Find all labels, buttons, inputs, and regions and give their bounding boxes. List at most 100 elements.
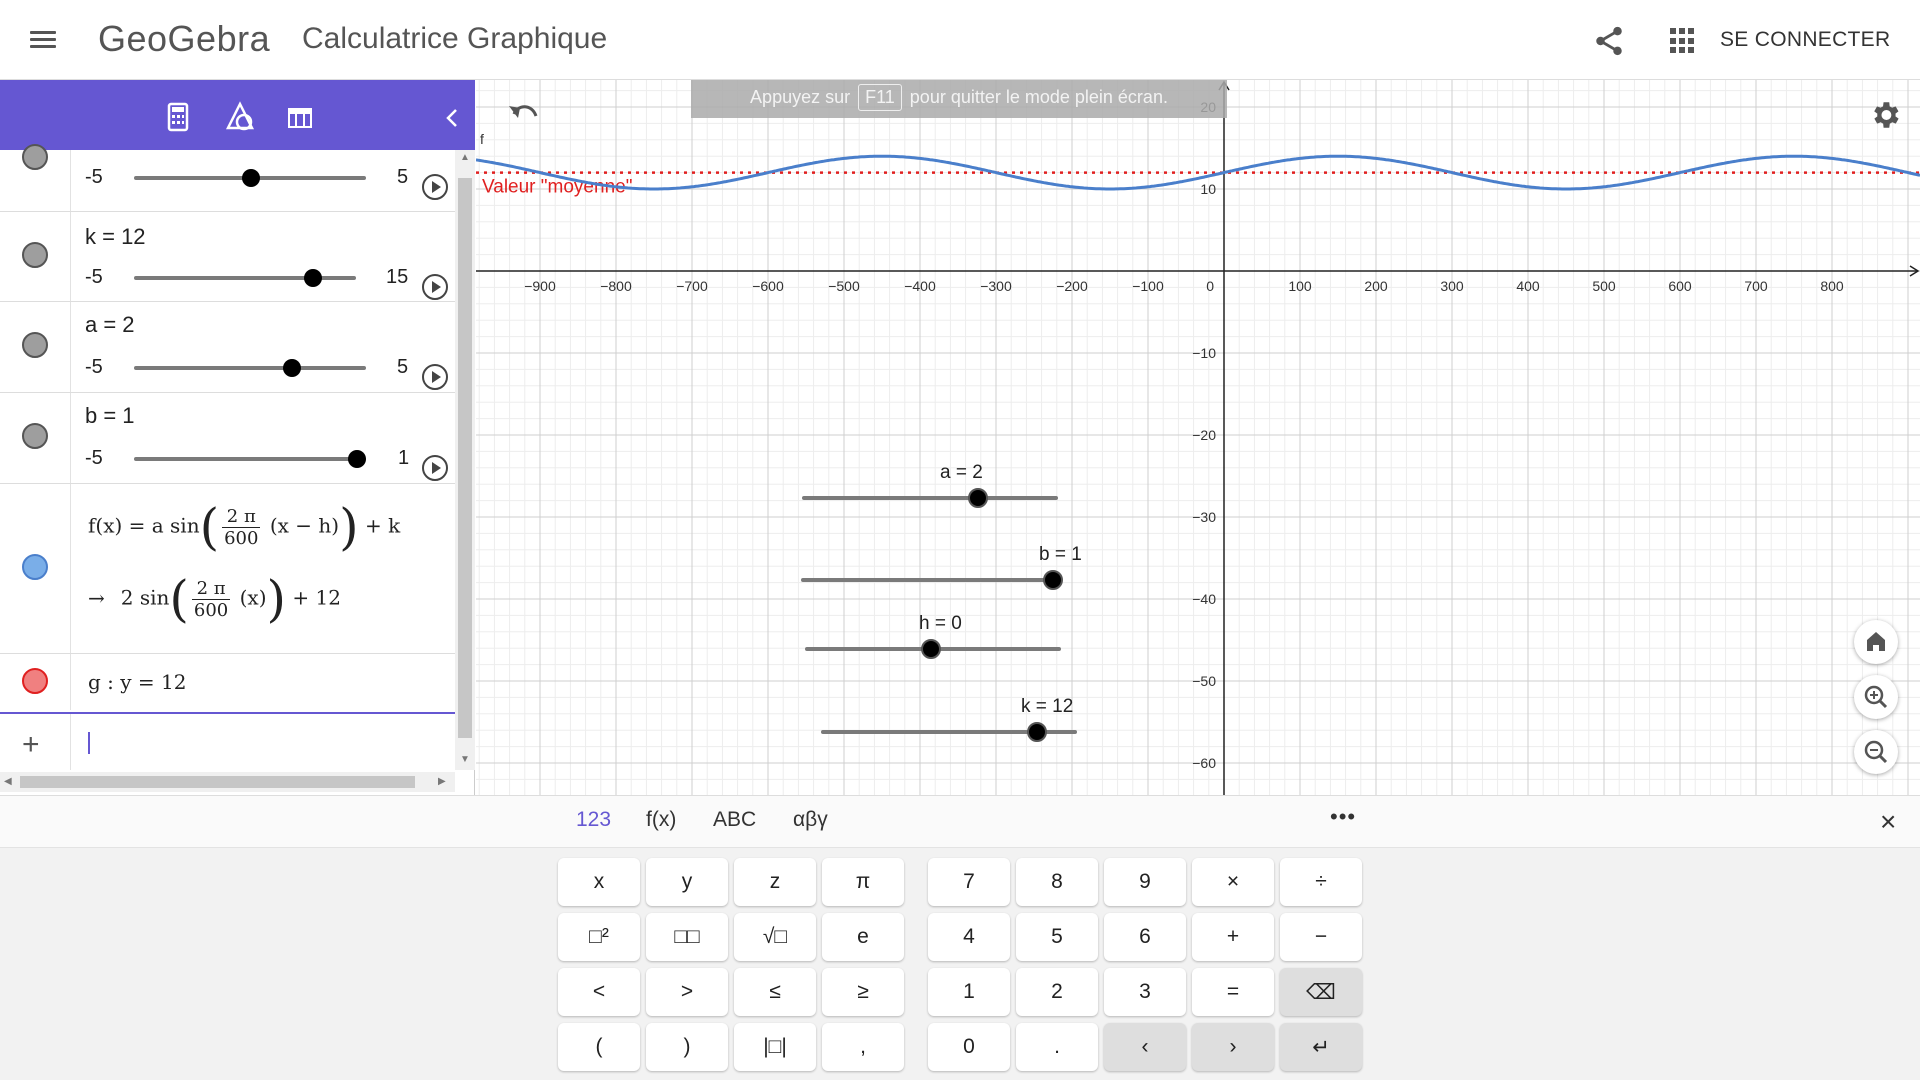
key-1-2[interactable]: √□ [734, 913, 816, 961]
table-icon[interactable] [278, 96, 322, 140]
close-icon[interactable]: × [1880, 806, 1896, 838]
key-2-1[interactable]: > [646, 968, 728, 1016]
login-button[interactable]: SE CONNECTER [1720, 28, 1890, 52]
more-icon[interactable]: ••• [1330, 804, 1356, 830]
key-0-3[interactable]: π [822, 858, 904, 906]
visibility-toggle[interactable] [22, 668, 48, 694]
key-1-3[interactable]: e [822, 913, 904, 961]
play-icon[interactable] [422, 455, 448, 481]
key-r2-4[interactable]: ⌫ [1280, 968, 1362, 1016]
slider-knob[interactable] [283, 359, 301, 377]
key-r0-1[interactable]: 8 [1016, 858, 1098, 906]
graph-canvas[interactable]: −900 −800 −700 −600 −500 −400 −300 −200 −100 100 2… [476, 80, 1920, 795]
key-2-2[interactable]: ≤ [734, 968, 816, 1016]
graph-slider-track[interactable] [802, 496, 1058, 500]
key-r2-0[interactable]: 1 [928, 968, 1010, 1016]
tab-123[interactable]: 123 [576, 808, 611, 832]
horizontal-scrollbar[interactable]: ◀ ▶ [0, 772, 455, 792]
visibility-toggle[interactable] [22, 554, 48, 580]
scrollbar-thumb[interactable] [458, 178, 472, 738]
key-r2-3[interactable]: = [1192, 968, 1274, 1016]
vertical-scrollbar[interactable]: ▲ ▼ [455, 150, 475, 770]
play-icon[interactable] [422, 364, 448, 390]
key-r0-0[interactable]: 7 [928, 858, 1010, 906]
key-r1-3[interactable]: + [1192, 913, 1274, 961]
slider-label[interactable]: a = 2 [85, 312, 135, 338]
function-definition[interactable]: f(x) = a sin(2 π 600 (x − h)) + k [88, 502, 400, 552]
key-3-0[interactable]: ( [558, 1023, 640, 1071]
calculator-icon[interactable] [156, 96, 200, 140]
line-row-g[interactable]: g : y = 12 [0, 654, 455, 710]
visibility-toggle[interactable] [22, 423, 48, 449]
scrollbar-thumb[interactable] [20, 776, 415, 788]
slider-track[interactable] [134, 276, 356, 280]
scroll-left-icon[interactable]: ◀ [4, 776, 12, 787]
slider-knob[interactable] [348, 450, 366, 468]
more-options-icon[interactable] [432, 664, 438, 686]
visibility-toggle[interactable] [22, 332, 48, 358]
apps-grid-icon[interactable] [1670, 28, 1696, 54]
more-options-icon[interactable] [432, 318, 438, 340]
tab-functions[interactable]: f(x) [646, 808, 676, 832]
slider-label[interactable]: k = 12 [85, 224, 146, 250]
key-r3-4[interactable]: ↵ [1280, 1023, 1362, 1071]
algebra-input-row[interactable]: + [0, 712, 455, 770]
graph-slider-knob[interactable] [1027, 722, 1047, 742]
add-icon[interactable]: + [22, 728, 40, 762]
visibility-toggle[interactable] [22, 144, 48, 170]
more-options-icon[interactable] [432, 228, 438, 250]
scroll-up-icon[interactable]: ▲ [460, 152, 470, 163]
geometry-tools-icon[interactable] [218, 96, 262, 140]
key-r3-3[interactable]: › [1192, 1023, 1274, 1071]
line-definition[interactable]: g : y = 12 [88, 670, 186, 694]
slider-knob[interactable] [242, 169, 260, 187]
key-r3-0[interactable]: 0 [928, 1023, 1010, 1071]
key-2-0[interactable]: < [558, 968, 640, 1016]
zoom-in-icon[interactable] [1854, 675, 1898, 719]
slider-track[interactable] [134, 366, 366, 370]
key-r2-1[interactable]: 2 [1016, 968, 1098, 1016]
key-r0-2[interactable]: 9 [1104, 858, 1186, 906]
play-icon[interactable] [422, 174, 448, 200]
play-icon[interactable] [422, 274, 448, 300]
more-options-icon[interactable] [432, 409, 438, 431]
home-icon[interactable] [1854, 620, 1898, 664]
function-row-f[interactable]: f(x) = a sin(2 π 600 (x − h)) + k → 2 sin(… [0, 484, 455, 654]
share-icon[interactable] [1592, 24, 1626, 58]
key-2-3[interactable]: ≥ [822, 968, 904, 1016]
slider-label[interactable]: b = 1 [85, 403, 135, 429]
key-0-2[interactable]: z [734, 858, 816, 906]
graphics-view[interactable]: −900 −800 −700 −600 −500 −400 −300 −200 −100 100 2… [476, 80, 1920, 795]
key-0-0[interactable]: x [558, 858, 640, 906]
key-1-0[interactable]: □² [558, 913, 640, 961]
tab-greek[interactable]: αβγ [793, 808, 828, 832]
tab-abc[interactable]: ABC [713, 808, 756, 832]
key-3-1[interactable]: ) [646, 1023, 728, 1071]
key-r1-1[interactable]: 5 [1016, 913, 1098, 961]
key-r2-2[interactable]: 3 [1104, 968, 1186, 1016]
more-options-icon[interactable] [432, 494, 438, 516]
scroll-down-icon[interactable]: ▼ [460, 754, 470, 765]
key-r0-3[interactable]: × [1192, 858, 1274, 906]
key-r1-2[interactable]: 6 [1104, 913, 1186, 961]
key-r1-0[interactable]: 4 [928, 913, 1010, 961]
slider-track[interactable] [134, 457, 366, 461]
graph-slider-knob[interactable] [968, 488, 988, 508]
key-r3-2[interactable]: ‹ [1104, 1023, 1186, 1071]
slider-knob[interactable] [304, 269, 322, 287]
key-1-1[interactable]: □□ [646, 913, 728, 961]
graph-slider-knob[interactable] [1043, 570, 1063, 590]
settings-gear-icon[interactable] [1868, 98, 1902, 132]
key-0-1[interactable]: y [646, 858, 728, 906]
visibility-toggle[interactable] [22, 242, 48, 268]
key-3-2[interactable]: |□| [734, 1023, 816, 1071]
graph-slider-knob[interactable] [921, 639, 941, 659]
key-r3-1[interactable]: . [1016, 1023, 1098, 1071]
zoom-out-icon[interactable] [1854, 730, 1898, 774]
key-r1-4[interactable]: − [1280, 913, 1362, 961]
key-r0-4[interactable]: ÷ [1280, 858, 1362, 906]
key-3-3[interactable]: , [822, 1023, 904, 1071]
collapse-panel-icon[interactable] [430, 96, 474, 140]
graph-slider-track[interactable] [801, 578, 1057, 582]
scroll-right-icon[interactable]: ▶ [438, 776, 446, 787]
